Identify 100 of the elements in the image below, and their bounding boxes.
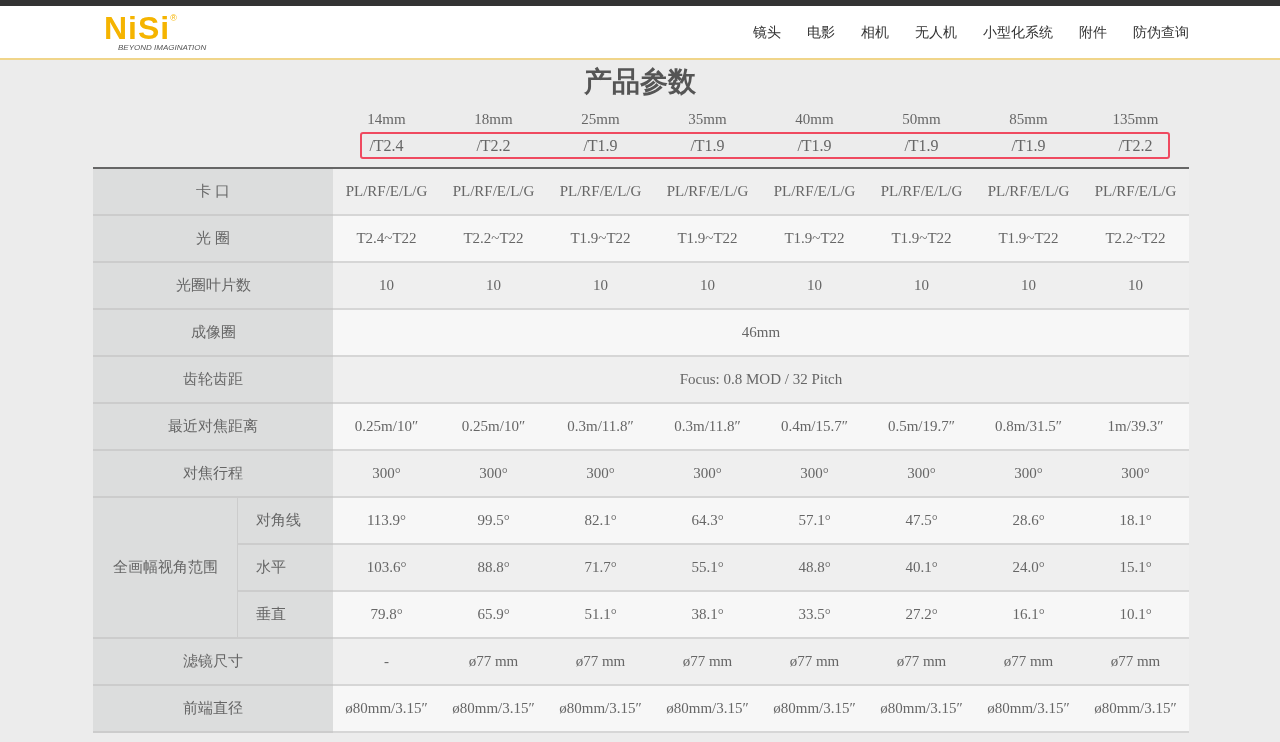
spec-value: PL/RF/E/L/G bbox=[559, 183, 642, 200]
nav-link[interactable]: 附件 bbox=[1079, 21, 1107, 43]
max-aperture: /T1.9 bbox=[797, 135, 832, 156]
max-aperture: /T2.2 bbox=[1118, 135, 1153, 156]
spec-value: 55.1° bbox=[691, 559, 724, 576]
spec-value: 300° bbox=[1014, 465, 1043, 482]
spec-value: 300° bbox=[586, 465, 615, 482]
spec-value: 27.2° bbox=[905, 606, 938, 623]
max-aperture: /T1.9 bbox=[1011, 135, 1046, 156]
spec-value: T1.9~T22 bbox=[570, 230, 631, 247]
spec-value: 51.1° bbox=[584, 606, 617, 623]
spec-value: 48.8° bbox=[798, 559, 831, 576]
spec-value: 300° bbox=[479, 465, 508, 482]
spec-sublabel: 垂直 bbox=[255, 606, 286, 623]
spec-value: 16.1° bbox=[1012, 606, 1045, 623]
focal-length: 40mm bbox=[795, 109, 834, 129]
max-aperture: /T1.9 bbox=[583, 135, 618, 156]
registered-mark: ® bbox=[170, 12, 177, 23]
spec-value: 28.6° bbox=[1012, 512, 1045, 529]
spec-value: T1.9~T22 bbox=[891, 230, 952, 247]
spec-sublabel: 对角线 bbox=[255, 512, 301, 529]
nav-link[interactable]: 小型化系统 bbox=[983, 21, 1053, 43]
spec-value: 64.3° bbox=[691, 512, 724, 529]
spec-value: 300° bbox=[372, 465, 401, 482]
spec-value: 18.1° bbox=[1119, 512, 1152, 529]
spec-value: 103.6° bbox=[366, 559, 407, 576]
nav-link[interactable]: 防伪查询 bbox=[1133, 21, 1189, 43]
spec-value: 57.1° bbox=[798, 512, 831, 529]
spec-label: 齿轮齿距 bbox=[183, 371, 243, 388]
spec-label: 最近对焦距离 bbox=[168, 418, 258, 435]
focal-length: 14mm bbox=[367, 109, 406, 129]
spec-value: 10 bbox=[914, 277, 929, 294]
spec-value: ø77 mm bbox=[896, 653, 947, 670]
spec-group-label: 全画幅视角范围 bbox=[113, 559, 218, 576]
focal-length: 18mm bbox=[474, 109, 513, 129]
spec-value: PL/RF/E/L/G bbox=[1094, 183, 1177, 200]
spec-value: ø80mm/3.15″ bbox=[773, 700, 856, 717]
spec-value: T2.2~T22 bbox=[1105, 230, 1166, 247]
nav-link[interactable]: 相机 bbox=[861, 21, 889, 43]
spec-value: 10 bbox=[700, 277, 715, 294]
spec-value: 40.1° bbox=[905, 559, 938, 576]
spec-value: ø80mm/3.15″ bbox=[666, 700, 749, 717]
spec-value: 300° bbox=[693, 465, 722, 482]
spec-value: ø80mm/3.15″ bbox=[452, 700, 535, 717]
spec-value: 15.1° bbox=[1119, 559, 1152, 576]
spec-value: 99.5° bbox=[477, 512, 510, 529]
max-aperture: /T1.9 bbox=[904, 135, 939, 156]
logo-wordmark: NiSi bbox=[104, 12, 171, 43]
spec-value: 10 bbox=[486, 277, 501, 294]
spec-value: - bbox=[384, 653, 389, 670]
spec-label: 前端直径 bbox=[183, 700, 243, 717]
spec-value: 0.5m/19.7″ bbox=[887, 418, 956, 435]
spec-value: 71.7° bbox=[584, 559, 617, 576]
nav-link[interactable]: 镜头 bbox=[753, 21, 781, 43]
spec-value: T2.2~T22 bbox=[463, 230, 524, 247]
spec-value: 38.1° bbox=[691, 606, 724, 623]
spec-value: ø80mm/3.15″ bbox=[987, 700, 1070, 717]
spec-label: 成像圈 bbox=[190, 324, 236, 341]
nav-link[interactable]: 电影 bbox=[807, 21, 835, 43]
spec-value: 10 bbox=[593, 277, 608, 294]
spec-value: PL/RF/E/L/G bbox=[345, 183, 428, 200]
spec-value: PL/RF/E/L/G bbox=[987, 183, 1070, 200]
spec-label: 对焦行程 bbox=[183, 465, 243, 482]
spec-value: ø77 mm bbox=[1110, 653, 1161, 670]
focal-length: 35mm bbox=[688, 109, 727, 129]
spec-label: 滤镜尺寸 bbox=[183, 653, 243, 670]
spec-label: 光圈叶片数 bbox=[175, 277, 251, 294]
spec-value: ø80mm/3.15″ bbox=[559, 700, 642, 717]
spec-value: 82.1° bbox=[584, 512, 617, 529]
spec-value: T1.9~T22 bbox=[784, 230, 845, 247]
spec-value: 300° bbox=[907, 465, 936, 482]
spec-label: 光 圈 bbox=[196, 230, 230, 247]
spec-value: 0.25m/10″ bbox=[461, 418, 526, 435]
nav-link[interactable]: 无人机 bbox=[915, 21, 957, 43]
focal-length: 135mm bbox=[1112, 109, 1159, 129]
focal-length: 25mm bbox=[581, 109, 620, 129]
spec-value: 0.4m/15.7″ bbox=[780, 418, 849, 435]
spec-value: PL/RF/E/L/G bbox=[452, 183, 535, 200]
spec-value: 300° bbox=[1121, 465, 1150, 482]
max-aperture: /T1.9 bbox=[690, 135, 725, 156]
spec-value: 10 bbox=[807, 277, 822, 294]
spec-value: 24.0° bbox=[1012, 559, 1045, 576]
spec-value: Focus: 0.8 MOD / 32 Pitch bbox=[679, 371, 843, 388]
spec-value: T1.9~T22 bbox=[677, 230, 738, 247]
spec-value: 65.9° bbox=[477, 606, 510, 623]
spec-value: ø77 mm bbox=[468, 653, 519, 670]
spec-value: 0.3m/11.8″ bbox=[567, 418, 634, 435]
spec-value: 79.8° bbox=[370, 606, 403, 623]
spec-value: ø77 mm bbox=[789, 653, 840, 670]
section-title: 产品参数 bbox=[584, 65, 696, 99]
spec-value: ø80mm/3.15″ bbox=[880, 700, 963, 717]
spec-value: 46mm bbox=[741, 324, 781, 341]
spec-value: ø80mm/3.15″ bbox=[1094, 700, 1177, 717]
spec-value: 47.5° bbox=[905, 512, 938, 529]
logo-tagline: BEYOND IMAGINATION bbox=[118, 42, 207, 52]
logo[interactable]: NiSi® BEYOND IMAGINATION bbox=[104, 12, 207, 52]
spec-value: 10 bbox=[1021, 277, 1036, 294]
spec-value: ø77 mm bbox=[1003, 653, 1054, 670]
focal-length: 85mm bbox=[1009, 109, 1048, 129]
spec-value: 0.3m/11.8″ bbox=[674, 418, 741, 435]
